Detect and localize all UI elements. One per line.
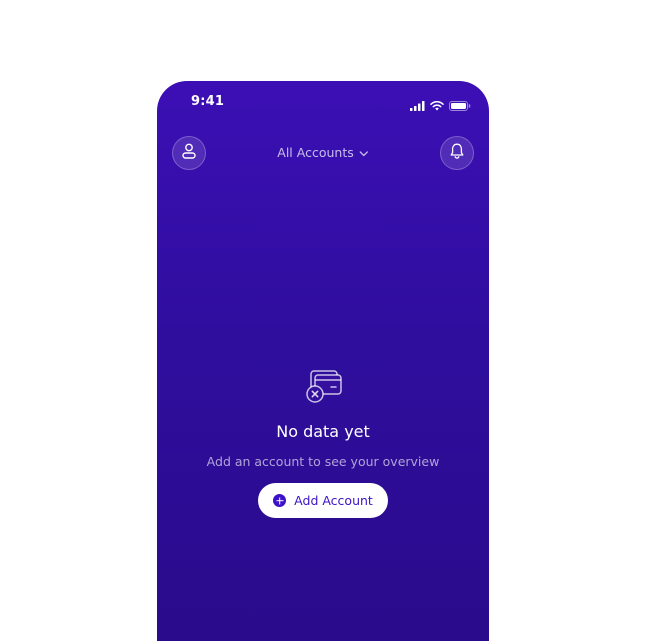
add-account-button[interactable]: Add Account bbox=[258, 483, 388, 518]
empty-state: No data yet Add an account to see your o… bbox=[157, 366, 489, 518]
user-icon bbox=[180, 142, 198, 164]
header: All Accounts bbox=[157, 136, 489, 172]
signal-icon bbox=[410, 96, 425, 115]
status-bar: 9:41 bbox=[157, 81, 489, 125]
notifications-button[interactable] bbox=[440, 136, 474, 170]
plus-circle-icon bbox=[273, 494, 287, 507]
chevron-down-icon bbox=[360, 145, 369, 160]
empty-state-subtitle: Add an account to see your overview bbox=[206, 454, 440, 469]
status-icons bbox=[410, 96, 471, 115]
wifi-icon bbox=[430, 96, 444, 115]
status-time: 9:41 bbox=[191, 94, 225, 109]
battery-icon bbox=[449, 96, 471, 115]
phone-screen: 9:41 All Accounts No data yet Add an acc… bbox=[157, 81, 489, 641]
no-account-icon bbox=[303, 366, 343, 406]
account-selector[interactable]: All Accounts bbox=[277, 145, 369, 160]
add-account-label: Add Account bbox=[294, 493, 373, 508]
empty-state-title: No data yet bbox=[276, 422, 370, 441]
bell-icon bbox=[448, 142, 466, 164]
account-selector-label: All Accounts bbox=[277, 145, 354, 160]
profile-button[interactable] bbox=[172, 136, 206, 170]
